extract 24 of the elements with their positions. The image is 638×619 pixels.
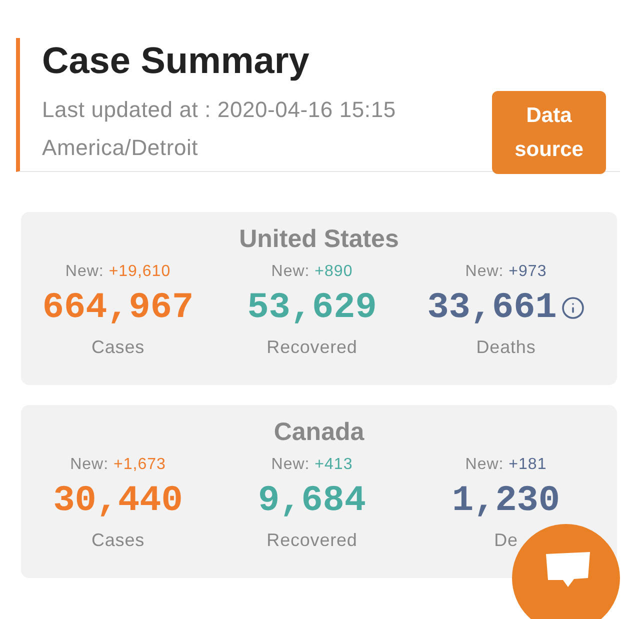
stat-label: Cases [91, 336, 145, 359]
stat-value: 53,629 [247, 286, 377, 330]
stat-value: 30,440 [53, 479, 183, 523]
region-name: United States [238, 224, 400, 254]
data-source-button[interactable]: Data source [492, 91, 606, 174]
info-icon[interactable] [560, 296, 585, 320]
stat-label: Recovered [266, 529, 358, 552]
stat-value: 664,967 [42, 286, 194, 330]
new-count: New: +973 [465, 262, 547, 282]
page-title: Case Summary [42, 39, 310, 79]
stat-value: 33,661 [427, 286, 557, 330]
stat-label: Cases [91, 529, 145, 552]
stat-label: Deaths [476, 336, 536, 359]
stat-value: 1,230 [452, 479, 560, 523]
stat-label: Recovered [266, 336, 358, 359]
last-updated-text: Last updated at : 2020-04-16 15:15 America/Detroit [42, 96, 397, 162]
new-count: New: +890 [271, 262, 353, 282]
region-name: Canada [272, 417, 366, 447]
new-count: New: +19,610 [65, 262, 171, 282]
new-count: New: +1,673 [70, 455, 166, 475]
stat-value: 9,684 [258, 479, 366, 523]
new-count: New: +181 [465, 455, 547, 475]
new-count: New: +413 [271, 455, 353, 475]
stat-label: De [494, 529, 518, 552]
